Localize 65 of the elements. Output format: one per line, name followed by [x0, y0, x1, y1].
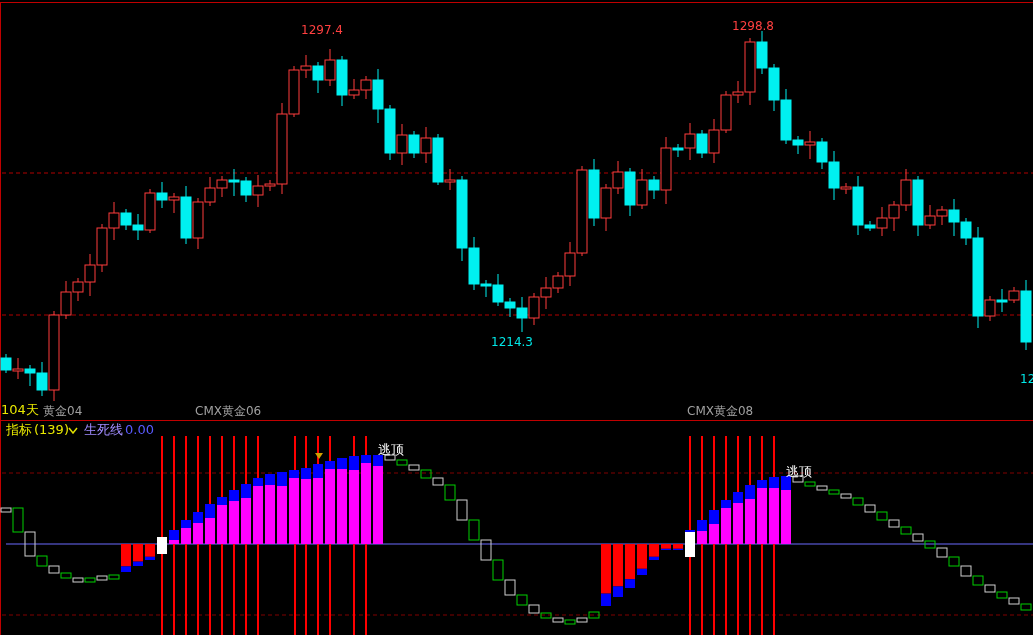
indicator-box: [888, 519, 900, 528]
indicator-box: [924, 540, 936, 549]
indicator-box: [876, 511, 888, 521]
histogram-bar: [133, 544, 143, 566]
indicator-box: [516, 594, 528, 606]
histogram-bar: [253, 478, 263, 544]
indicator-box: [900, 526, 912, 535]
period-label: 104天: [1, 402, 39, 417]
histogram-bar: [145, 544, 155, 560]
histogram-bar: [193, 512, 203, 544]
indicator-box: [468, 519, 480, 541]
histogram-bar: [169, 530, 179, 544]
histogram-bar: [781, 476, 791, 544]
high-price-label: 1297.4: [301, 23, 343, 37]
histogram-bar: [697, 520, 707, 544]
indicator-box: [984, 584, 996, 593]
dropdown-icon[interactable]: [68, 427, 78, 434]
indicator-name: 指标: [6, 422, 32, 437]
line-value: 0.00: [125, 422, 154, 437]
histogram-bar: [625, 544, 635, 588]
indicator-box: [504, 579, 516, 596]
indicator-box: [864, 504, 876, 513]
indicator-box: [948, 556, 960, 567]
histogram-bar: [217, 497, 227, 544]
indicator-box: [960, 565, 972, 577]
indicator-box: [528, 604, 540, 614]
histogram-bar: [673, 544, 683, 550]
histogram-bar: [601, 544, 611, 606]
histogram-bar: [277, 472, 287, 544]
histogram-bar: [613, 544, 623, 597]
histogram-bar: [241, 484, 251, 544]
histogram-bar: [265, 474, 275, 544]
indicator-box: [685, 532, 695, 557]
contract-label: CMX黄金08: [687, 404, 754, 418]
indicator-box: [48, 565, 60, 574]
line-name: 生死线: [84, 422, 123, 437]
histogram-bar: [745, 485, 755, 544]
histogram-bar: [205, 504, 215, 544]
arrow-icon: [315, 452, 323, 460]
histogram-bar: [121, 544, 131, 572]
indicator-param: (139): [34, 422, 69, 437]
histogram-bar: [181, 520, 191, 544]
histogram-bar: [637, 544, 647, 575]
indicator-box: [480, 539, 492, 561]
contract-label: CMX黄金06: [195, 404, 262, 418]
indicator-box: [972, 575, 984, 586]
high-price-label: 1298.8: [732, 19, 774, 33]
histogram-bar: [733, 492, 743, 544]
histogram-bar: [721, 500, 731, 544]
indicator-box: [456, 499, 468, 521]
histogram-bar: [709, 510, 719, 544]
histogram-bar: [661, 544, 671, 550]
contract-label: 黄金04: [43, 404, 83, 418]
indicator-box: [912, 533, 924, 542]
histogram-bar: [757, 480, 767, 544]
histogram-bar: [649, 544, 659, 560]
signal-label: 逃顶: [786, 464, 812, 479]
histogram-bar: [229, 490, 239, 544]
signal-label: 逃顶: [378, 442, 404, 457]
indicator-box: [492, 559, 504, 581]
indicator-box: [157, 537, 167, 554]
histogram-bar: [769, 477, 779, 544]
low-price-label: 1214.3: [491, 335, 533, 349]
indicator-box: [420, 469, 432, 479]
indicator-box: [936, 547, 948, 558]
